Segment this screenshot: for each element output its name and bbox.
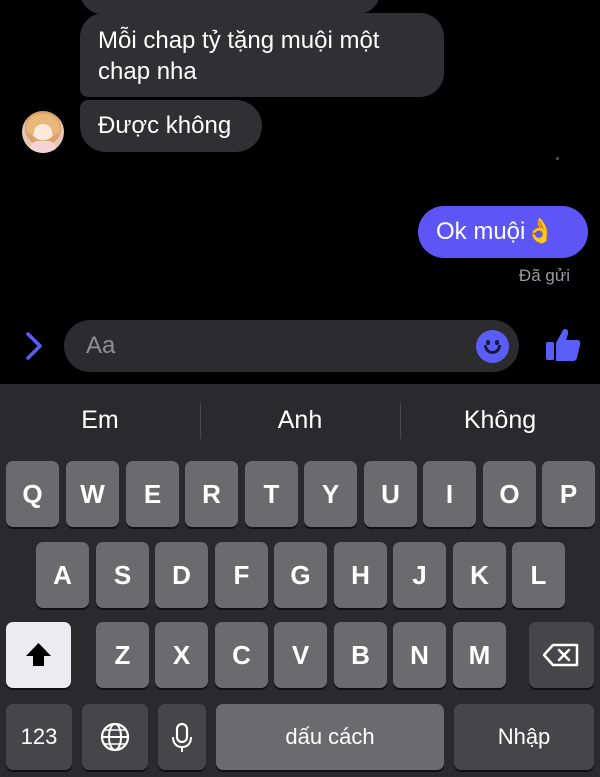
key-b[interactable]: B [334,622,387,688]
suggestion-3[interactable]: Không [400,384,600,456]
message-input[interactable]: Aa [64,320,519,372]
thumbs-up-icon[interactable] [544,326,582,364]
message-text: Mỗi chap tỷ tặng muội một chap nha [98,27,380,85]
globe-icon [100,722,130,752]
suggestion-1[interactable]: Em [0,384,200,456]
key-y[interactable]: Y [304,461,357,527]
sent-message-bubble[interactable]: Ok muội👌 [418,206,588,258]
key-n[interactable]: N [393,622,446,688]
key-k[interactable]: K [453,542,506,608]
key-h[interactable]: H [334,542,387,608]
shift-key[interactable] [6,622,71,688]
key-e[interactable]: E [126,461,179,527]
smiley-icon[interactable] [476,330,509,363]
key-m[interactable]: M [453,622,506,688]
key-c[interactable]: C [215,622,268,688]
backspace-key[interactable] [529,622,594,688]
key-v[interactable]: V [274,622,327,688]
key-r[interactable]: R [185,461,238,527]
sent-status: Đã gửi [518,266,570,285]
message-bubble[interactable]: Mỗi chap tỷ tặng muội một chap nha [80,13,444,97]
key-x[interactable]: X [155,622,208,688]
key-a[interactable]: A [36,542,89,608]
avatar[interactable] [22,111,64,153]
keyboard: Em Anh Không Q W E R T Y U I O P A S D F… [0,384,600,777]
divider-dot [556,157,559,160]
key-i[interactable]: I [423,461,476,527]
ok-hand-emoji: 👌 [525,218,556,245]
microphone-icon [172,722,192,752]
space-key[interactable]: dấu cách [216,704,444,770]
numbers-key[interactable]: 123 [6,704,72,770]
key-l[interactable]: L [512,542,565,608]
key-s[interactable]: S [96,542,149,608]
key-g[interactable]: G [274,542,327,608]
chevron-right-icon[interactable] [22,330,46,362]
message-input-placeholder: Aa [86,332,116,359]
suggestion-2[interactable]: Anh [200,384,400,456]
message-text: Ok muội [436,218,526,245]
key-p[interactable]: P [542,461,595,527]
key-j[interactable]: J [393,542,446,608]
key-q[interactable]: Q [6,461,59,527]
return-key[interactable]: Nhập [454,704,594,770]
globe-key[interactable] [82,704,148,770]
message-bubble[interactable]: Được không [80,100,262,152]
dictation-key[interactable] [158,704,206,770]
key-t[interactable]: T [245,461,298,527]
key-z[interactable]: Z [96,622,149,688]
key-f[interactable]: F [215,542,268,608]
chat-area: Mỗi chap tỷ tặng muội một chap nha Được … [0,0,600,384]
message-bubble-partial[interactable] [80,0,380,14]
shift-arrow-icon [26,643,51,666]
message-text: Được không [98,112,232,139]
key-w[interactable]: W [66,461,119,527]
key-d[interactable]: D [155,542,208,608]
key-u[interactable]: U [364,461,417,527]
backspace-icon [542,643,579,667]
key-o[interactable]: O [483,461,536,527]
